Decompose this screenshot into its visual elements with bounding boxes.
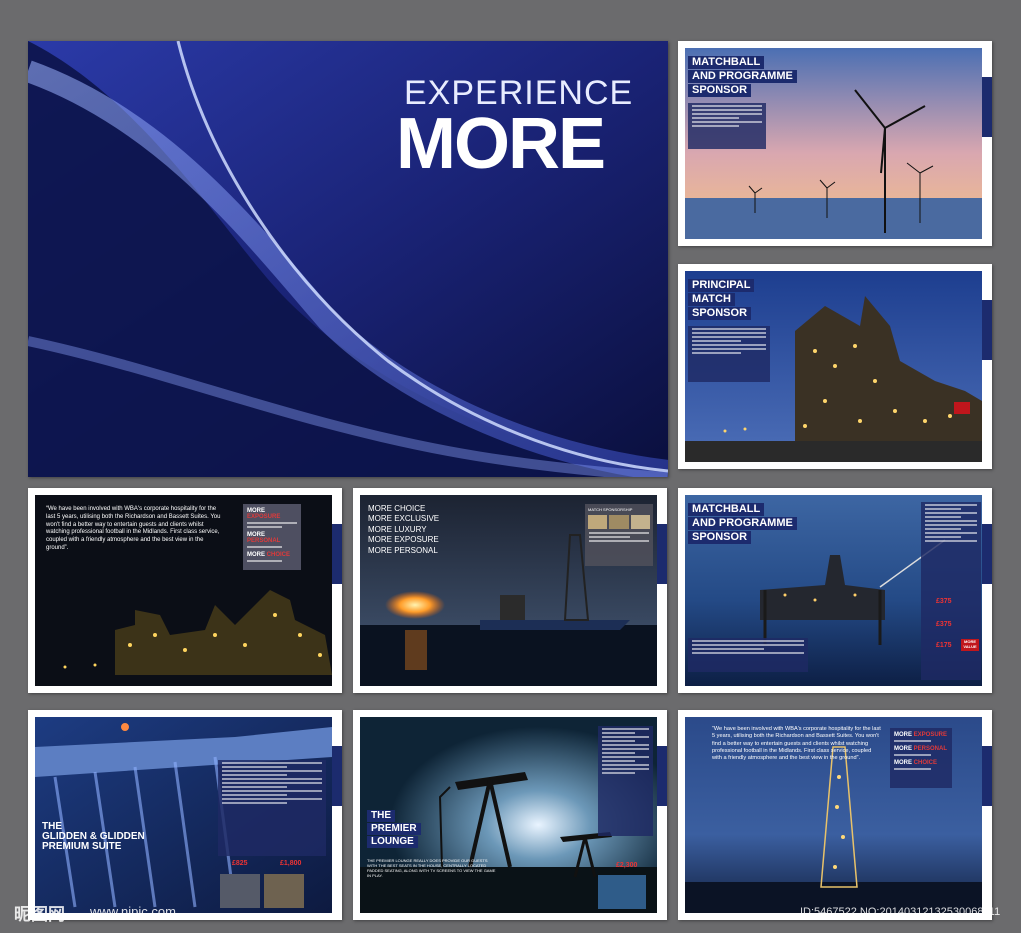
more-options-panel: MORE EXPOSURE MORE PERSONAL MORE CHOICE bbox=[890, 728, 952, 788]
title-line: AND PROGRAMME bbox=[688, 70, 797, 83]
title-line: SPONSOR bbox=[688, 531, 752, 544]
more-lines-block: MORE CHOICE MORE EXCLUSIVE MORE LUXURY M… bbox=[368, 504, 439, 556]
page-dam: THE GLIDDEN & GLIDDEN PREMIUM SUITE £825… bbox=[28, 710, 342, 920]
wind-text-panel bbox=[688, 103, 766, 149]
wind-page-title: MATCHBALL AND PROGRAMME SPONSOR bbox=[688, 56, 797, 98]
more-row: MORE EXPOSURE bbox=[894, 732, 948, 738]
more-line: MORE EXCLUSIVE bbox=[368, 514, 440, 524]
page-wind-farm: MATCHBALL AND PROGRAMME SPONSOR bbox=[678, 41, 992, 246]
page-oil-pump: THE PREMIER LOUNGE THE PREMIER LOUNGE RE… bbox=[353, 710, 667, 920]
title-line: SPONSOR bbox=[688, 307, 752, 320]
watermark-logo: 昵图网 bbox=[14, 905, 65, 924]
price-2: £375 bbox=[936, 621, 952, 628]
dam-menu-panel bbox=[218, 760, 326, 856]
rig-page-title: MATCHBALL AND PROGRAMME SPONSOR bbox=[688, 503, 797, 545]
more-highlight: PERSONAL bbox=[247, 538, 281, 544]
page-oil-rig: MATCHBALL AND PROGRAMME SPONSOR £375 £37… bbox=[678, 488, 992, 693]
more-word: MORE bbox=[894, 732, 912, 738]
more-highlight: EXPOSURE bbox=[247, 514, 281, 520]
title-line: SPONSOR bbox=[688, 84, 752, 97]
page-gas-flare: MORE CHOICE MORE EXCLUSIVE MORE LUXURY M… bbox=[353, 488, 667, 693]
match-table-head: MATCH SPONSORSHIP bbox=[588, 507, 633, 512]
title-line: PRINCIPAL bbox=[688, 279, 755, 292]
title-line: MATCHBALL bbox=[688, 56, 765, 69]
title-line: LOUNGE bbox=[367, 836, 418, 848]
more-value-badge: MORE VALUE bbox=[961, 639, 979, 651]
dam-price-2: £1,800 bbox=[280, 860, 302, 867]
page-quote-drill: “We have been involved with WBA's corpor… bbox=[678, 710, 992, 920]
pump-page-title: THE PREMIER LOUNGE bbox=[367, 810, 421, 849]
price-3: £175 bbox=[936, 642, 952, 649]
refinery-text-panel bbox=[688, 326, 770, 382]
title-line: AND PROGRAMME bbox=[688, 517, 797, 530]
refinery-value-badge bbox=[954, 402, 970, 414]
dam-thumb-1 bbox=[220, 874, 260, 908]
watermark-url: www.nipic.com bbox=[90, 904, 176, 919]
more-line: MORE EXPOSURE bbox=[368, 535, 439, 545]
spine bbox=[657, 488, 667, 693]
spine bbox=[982, 264, 992, 469]
more-highlight: PERSONAL bbox=[913, 746, 948, 752]
watermark-id: ID:5467522 NO:20140312132530068111 bbox=[800, 906, 1001, 918]
testimonial-quote: “We have been involved with WBA's corpor… bbox=[712, 726, 881, 762]
page-refinery: PRINCIPAL MATCH SPONSOR bbox=[678, 264, 992, 469]
more-row: MORE PERSONAL bbox=[247, 532, 297, 544]
cover-page: EXPERIENCE MORE bbox=[28, 41, 668, 477]
pump-menu-panel bbox=[598, 726, 653, 836]
more-row: MORE CHOICE bbox=[247, 552, 297, 558]
spine bbox=[332, 710, 342, 920]
spine bbox=[982, 488, 992, 693]
spine bbox=[657, 710, 667, 920]
dam-thumb-2 bbox=[264, 874, 304, 908]
more-line: MORE LUXURY bbox=[368, 524, 427, 534]
pump-price: £2,300 bbox=[616, 862, 638, 869]
more-word: MORE bbox=[247, 552, 265, 558]
more-row: MORE CHOICE bbox=[894, 760, 948, 766]
title-line: MATCH bbox=[688, 293, 735, 306]
more-line: MORE CHOICE bbox=[368, 504, 426, 513]
spine bbox=[982, 41, 992, 246]
more-word: MORE bbox=[894, 746, 912, 752]
rig-body-panel bbox=[688, 638, 808, 672]
match-table: MATCH SPONSORSHIP bbox=[585, 504, 653, 566]
more-word: MORE bbox=[894, 760, 912, 766]
more-highlight: CHOICE bbox=[913, 760, 938, 766]
dam-price-1: £825 bbox=[232, 860, 248, 867]
page-quote-refinery: “We have been involved with WBA's corpor… bbox=[28, 488, 342, 693]
more-options-panel: MORE EXPOSURE MORE PERSONAL MORE CHOICE bbox=[243, 504, 301, 570]
spine bbox=[982, 710, 992, 920]
refinery-page-title: PRINCIPAL MATCH SPONSOR bbox=[688, 279, 755, 321]
more-row: MORE EXPOSURE bbox=[247, 508, 297, 520]
more-row: MORE PERSONAL bbox=[894, 746, 948, 752]
pump-body-text: THE PREMIER LOUNGE REALLY DOES PROVIDE O… bbox=[367, 858, 496, 878]
dam-page-title: THE GLIDDEN & GLIDDEN PREMIUM SUITE bbox=[42, 822, 145, 852]
cover-title-line2: MORE bbox=[396, 104, 606, 184]
title-line: PREMIER bbox=[367, 823, 421, 835]
title-line: PREMIUM SUITE bbox=[42, 841, 122, 852]
title-line: MATCHBALL bbox=[688, 503, 765, 516]
spine bbox=[332, 488, 342, 693]
more-line: MORE PERSONAL bbox=[368, 545, 438, 555]
more-highlight: CHOICE bbox=[266, 552, 291, 558]
title-line: THE bbox=[367, 810, 395, 822]
more-highlight: EXPOSURE bbox=[913, 732, 948, 738]
price-1: £375 bbox=[936, 598, 952, 605]
rig-prices-panel bbox=[921, 502, 981, 680]
pump-thumb bbox=[598, 875, 646, 909]
testimonial-quote: “We have been involved with WBA's corpor… bbox=[46, 506, 221, 551]
